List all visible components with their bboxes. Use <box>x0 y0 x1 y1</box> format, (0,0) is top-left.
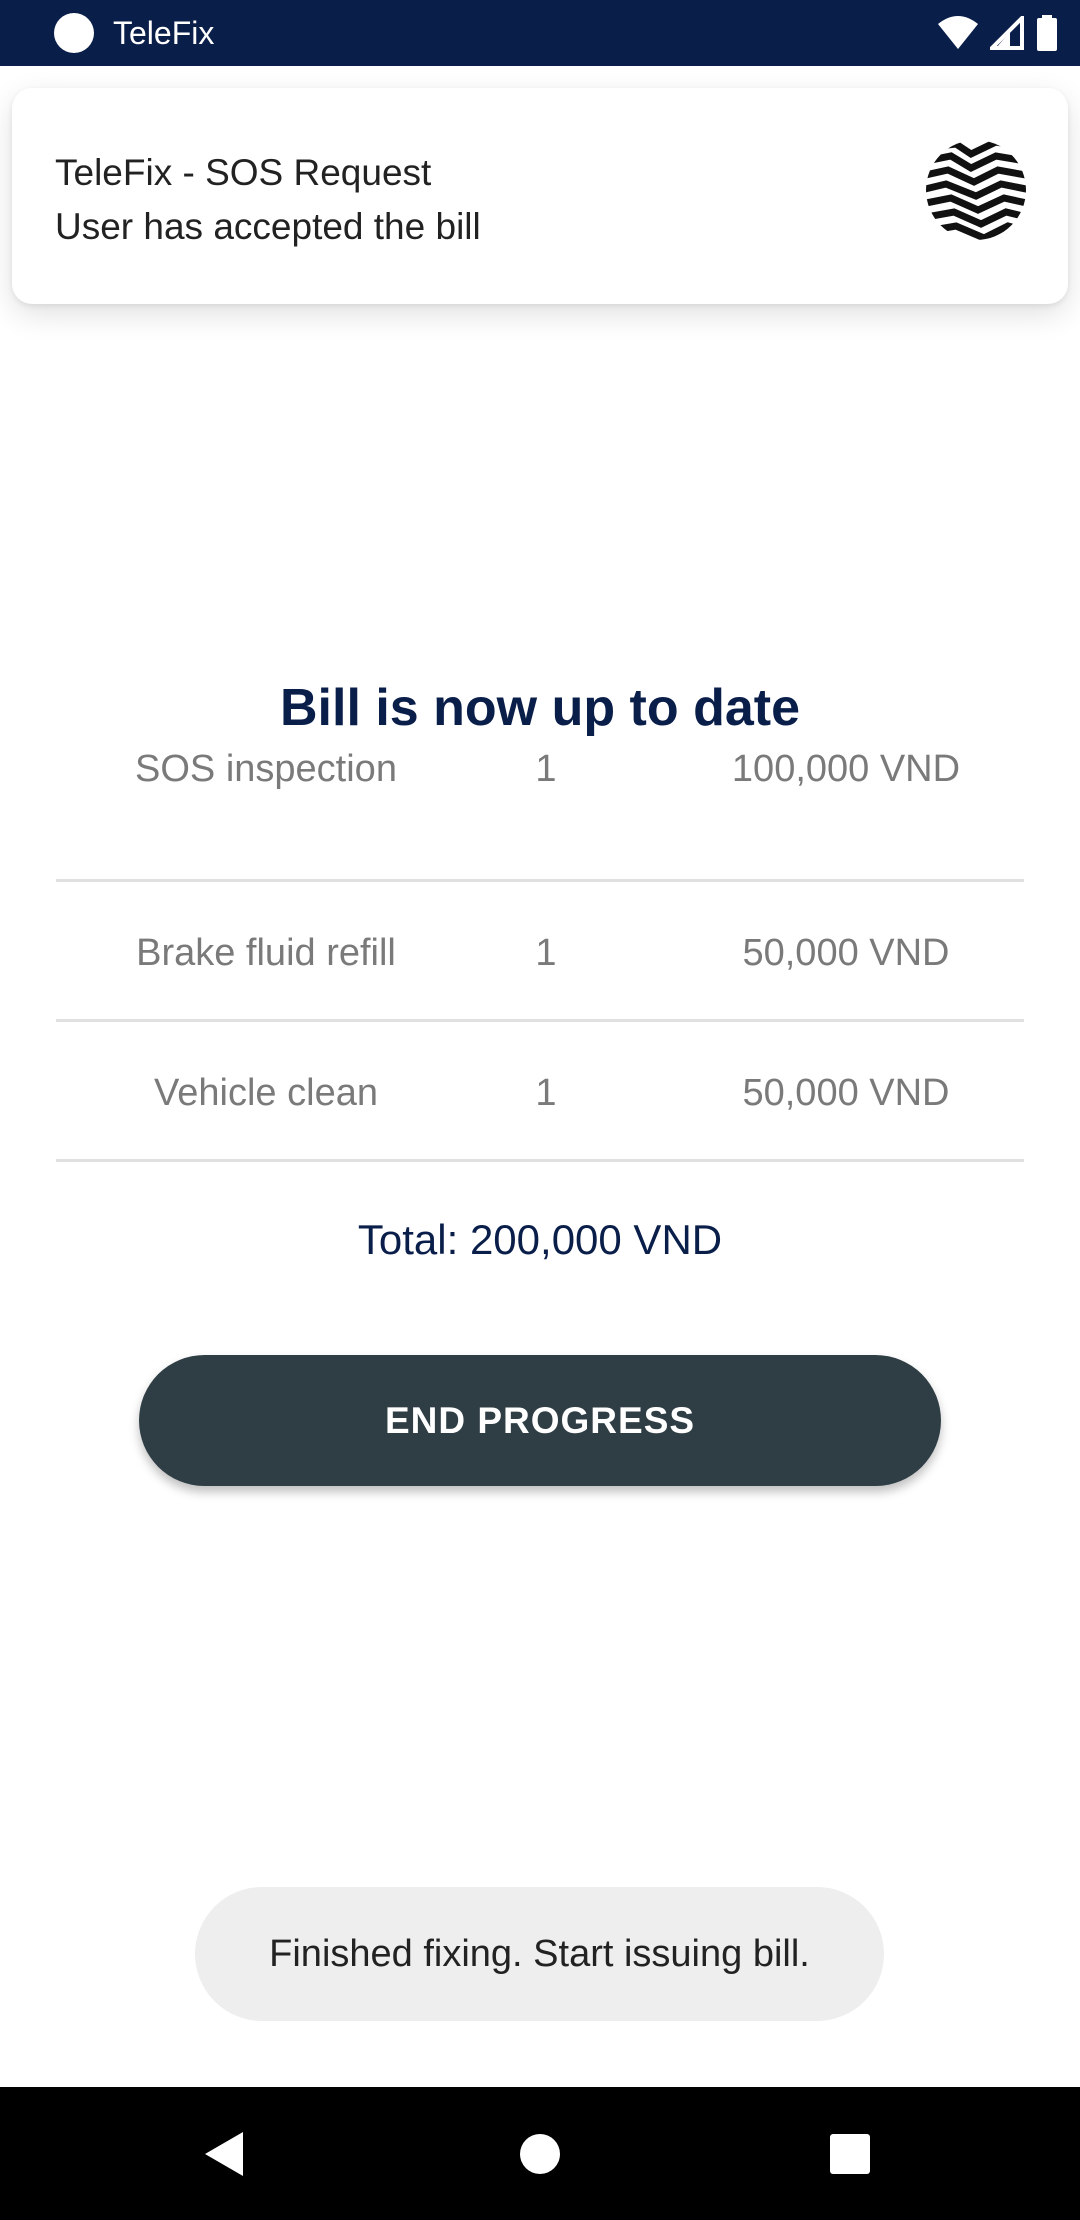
item-name: SOS inspection <box>135 748 397 790</box>
notification-dot-icon <box>54 13 94 53</box>
bill-row: Vehicle clean 1 50,000 VND <box>56 1022 1024 1162</box>
item-name: Brake fluid refill <box>136 932 396 974</box>
back-icon <box>205 2131 243 2176</box>
status-icons <box>938 14 1058 52</box>
toast-message: Finished fixing. Start issuing bill. <box>195 1887 884 2021</box>
notification-title: TeleFix - SOS Request <box>55 152 432 193</box>
notification-body: User has accepted the bill <box>55 206 481 247</box>
bill-row: SOS inspection 1 100,000 VND <box>56 742 1024 882</box>
recents-icon <box>830 2133 870 2174</box>
item-price: 100,000 VND <box>731 748 961 790</box>
status-app-name: TeleFix <box>113 15 215 51</box>
nav-home-button[interactable] <box>495 2087 585 2220</box>
signal-icon <box>990 16 1024 50</box>
home-icon <box>520 2133 560 2174</box>
item-qty: 1 <box>535 748 557 790</box>
nav-bar <box>0 2087 1080 2220</box>
item-name: Vehicle clean <box>154 1072 378 1114</box>
nav-back-button[interactable] <box>180 2087 270 2220</box>
status-bar: TeleFix <box>0 0 1080 66</box>
item-price: 50,000 VND <box>742 1072 950 1114</box>
wifi-icon <box>938 16 978 49</box>
item-price: 50,000 VND <box>742 932 950 974</box>
bill-row: Brake fluid refill 1 50,000 VND <box>56 882 1024 1022</box>
screen: TeleFix TeleFix - SOS Request User has a… <box>0 0 1080 2220</box>
bill-table: SOS inspection 1 100,000 VND Brake fluid… <box>56 742 1024 1162</box>
notification-card[interactable]: TeleFix - SOS Request User has accepted … <box>12 88 1068 304</box>
item-qty: 1 <box>535 1072 557 1114</box>
bill-total: Total: 200,000 VND <box>357 1216 723 1263</box>
battery-icon <box>1037 15 1057 51</box>
end-progress-button[interactable]: END PROGRESS <box>139 1355 941 1486</box>
telefix-logo-icon <box>926 140 1026 240</box>
nav-recents-button[interactable] <box>805 2087 895 2220</box>
item-qty: 1 <box>535 932 557 974</box>
